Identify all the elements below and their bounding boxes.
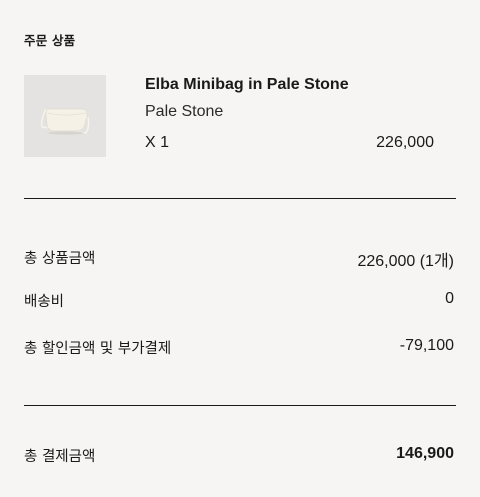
product-thumbnail[interactable] [24,75,106,157]
subtotal-value: 226,000 (1개) [357,253,454,270]
shipping-value: 0 [445,290,454,307]
product-name[interactable]: Elba Minibag in Pale Stone [145,76,349,94]
shipping-label: 배송비 [24,294,65,310]
divider [24,198,456,199]
minibag-image [24,75,106,157]
section-title: 주문 상품 [24,33,76,48]
divider [24,405,456,406]
subtotal-label: 총 상품금액 [24,251,96,267]
discount-value: -79,100 [399,337,454,354]
subtotal-row: 총 상품금액 226,000 (1개) [24,247,454,270]
total-label: 총 결제금액 [24,449,96,465]
shipping-row: 배송비 0 [24,290,454,312]
discount-row: 총 할인금액 및 부가결제 -79,100 [24,337,454,359]
product-quantity: X 1 [145,134,170,151]
total-value: 146,900 [396,445,454,462]
product-variant: Pale Stone [145,103,224,120]
product-price: 226,000 [376,134,434,151]
discount-label: 총 할인금액 및 부가결제 [24,341,172,357]
total-row: 총 결제금액 146,900 [24,445,454,467]
